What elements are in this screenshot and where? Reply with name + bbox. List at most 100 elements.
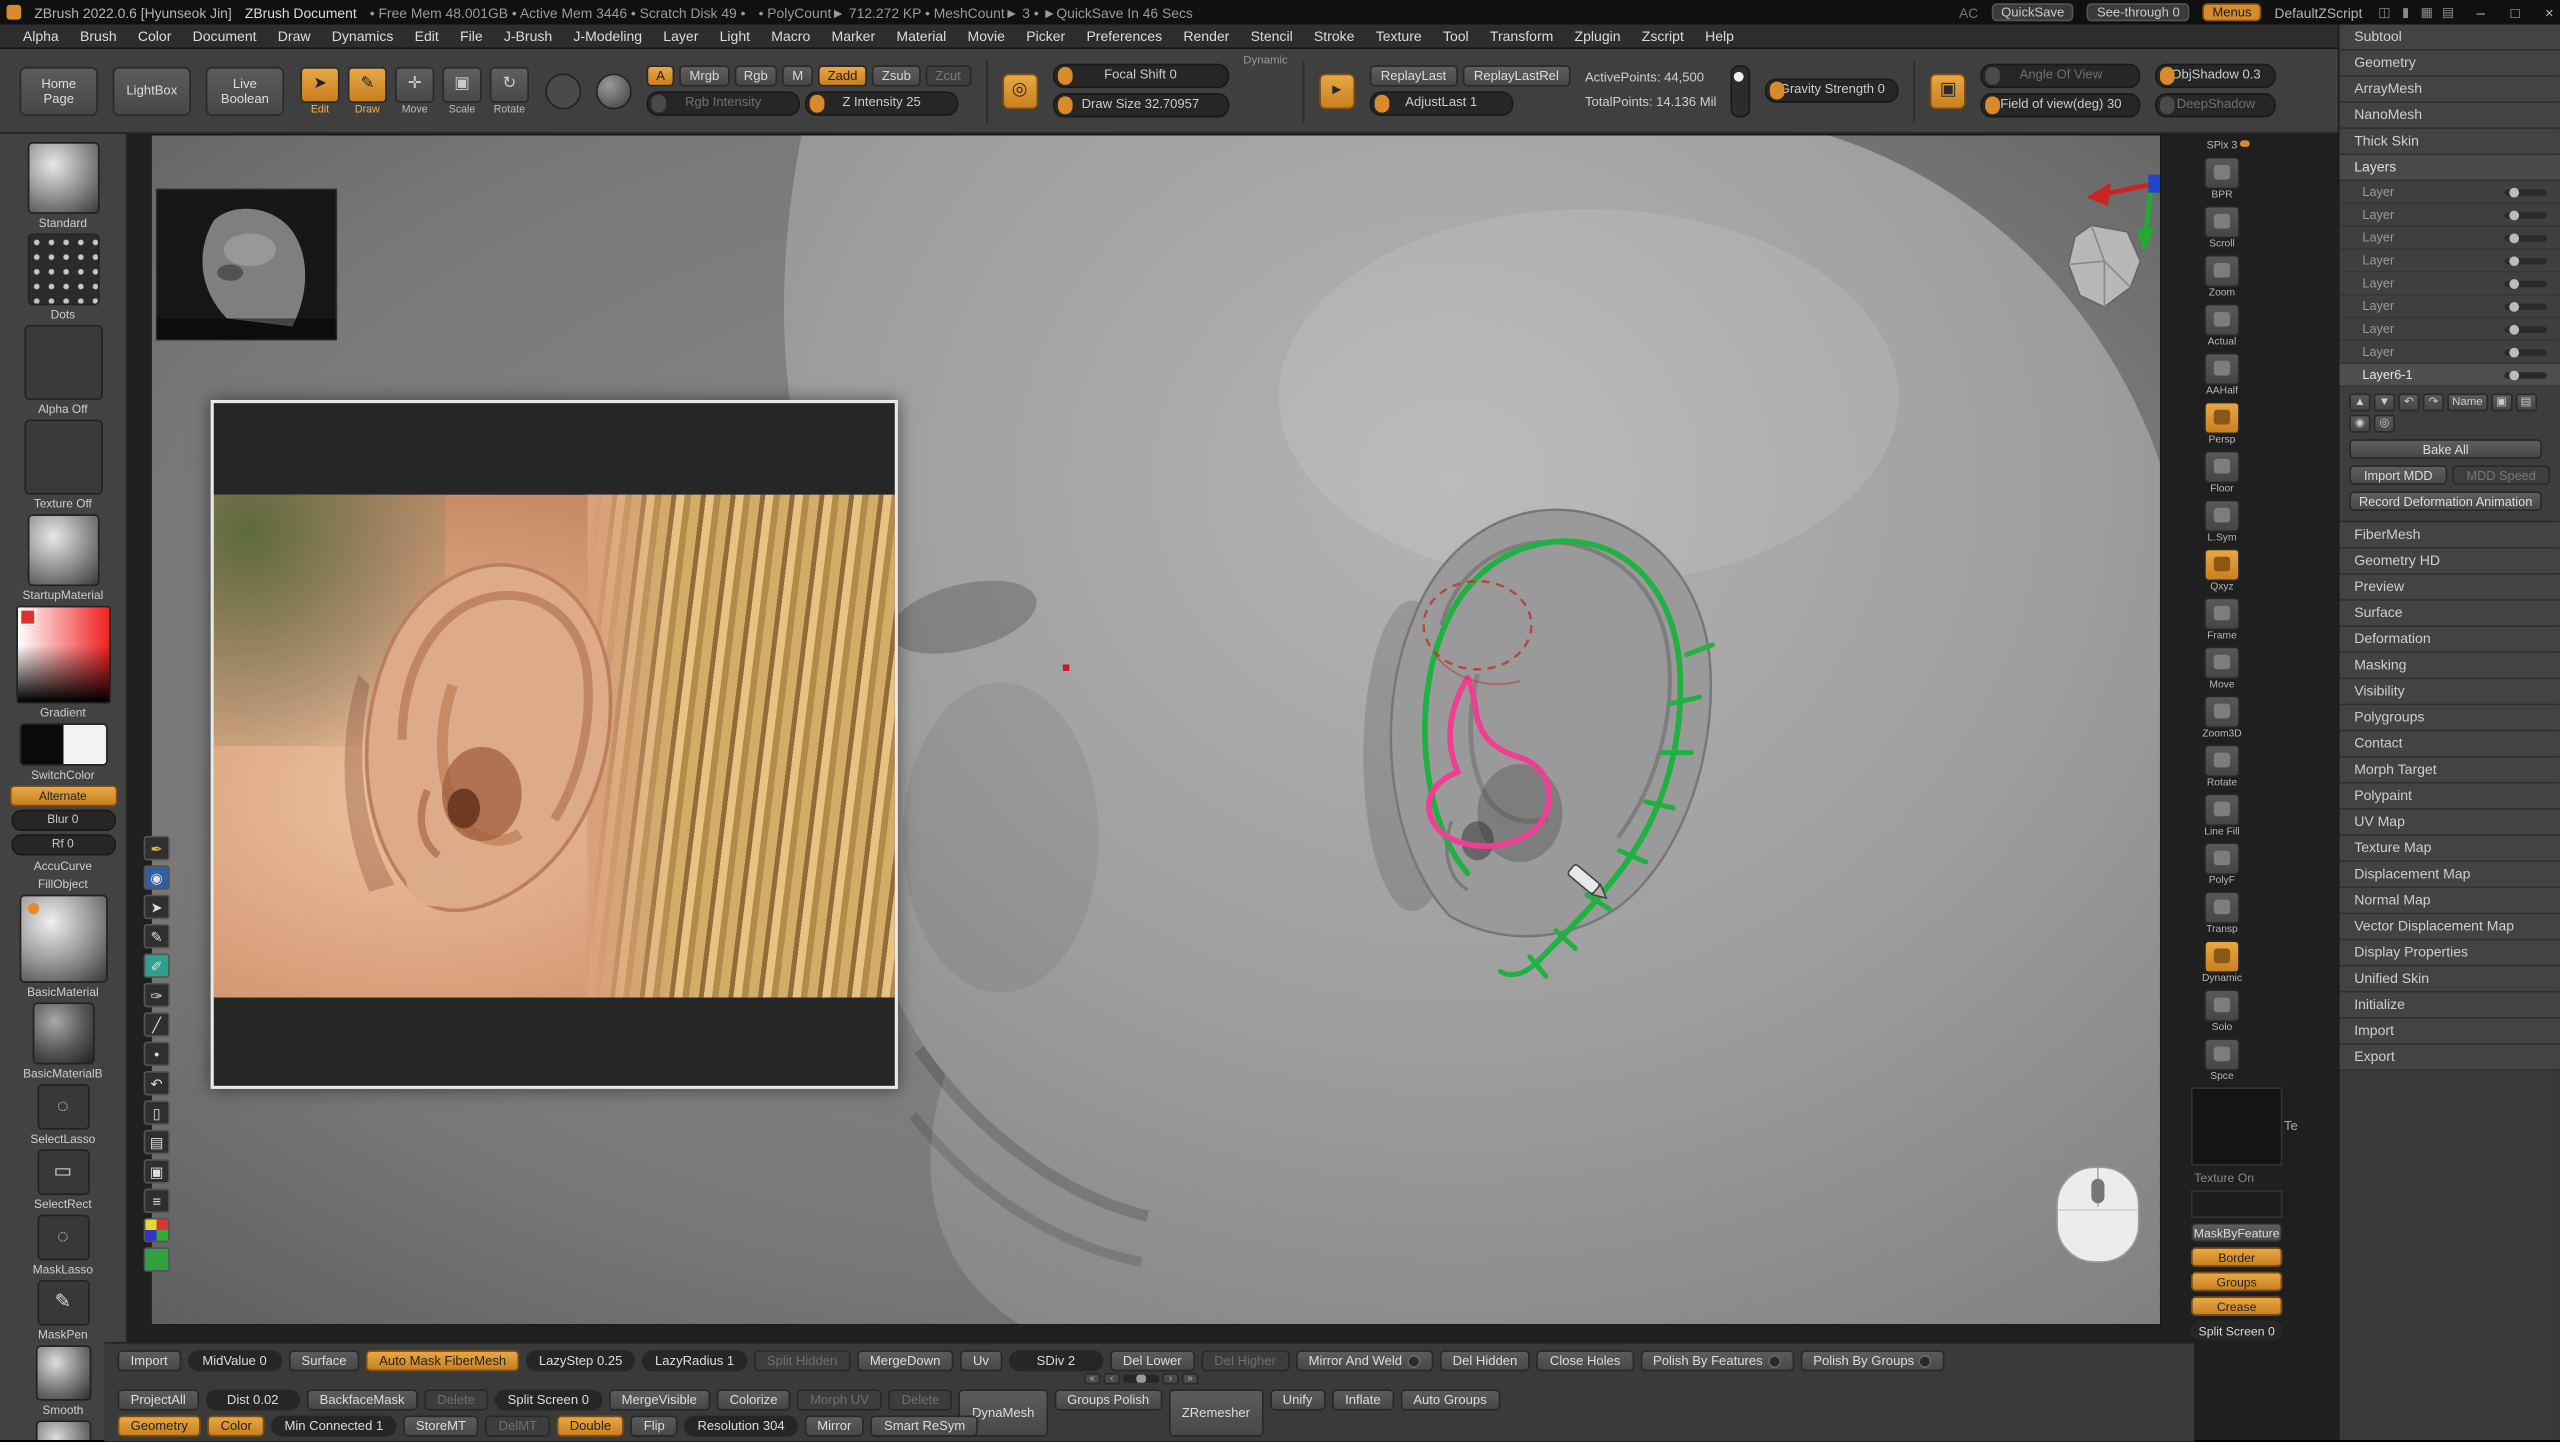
bottom-button[interactable]: StoreMT: [403, 1415, 479, 1436]
bottom-button[interactable]: Colorize: [717, 1389, 791, 1410]
left-tray-item[interactable]: Standard: [4, 142, 122, 230]
pen-icon[interactable]: ✒: [144, 836, 170, 860]
left-tray-item[interactable]: BasicMaterial: [4, 895, 122, 999]
bottom-button[interactable]: Inflate: [1332, 1389, 1394, 1410]
tool-palette-section[interactable]: NanoMesh: [2340, 103, 2560, 129]
bottom-button[interactable]: MidValue 0: [187, 1350, 282, 1371]
shelf-button[interactable]: Scroll: [2204, 206, 2240, 250]
copy-icon[interactable]: ▤: [2515, 393, 2536, 411]
tool-palette-section[interactable]: Displacement Map: [2340, 862, 2560, 888]
left-tray-item[interactable]: SwitchColor: [4, 723, 122, 782]
visibility-eye-icon[interactable]: ◉: [144, 865, 170, 889]
sdiv-next-button[interactable]: ›: [1162, 1373, 1178, 1384]
image-icon[interactable]: ▣: [144, 1159, 170, 1183]
gravity-strength-slider[interactable]: Gravity Strength 0: [1765, 78, 1899, 102]
close-button[interactable]: ×: [2539, 4, 2560, 20]
layer-row[interactable]: Layer: [2340, 318, 2560, 341]
trash-icon[interactable]: ▯: [144, 1100, 170, 1124]
tool-palette-section[interactable]: Vector Displacement Map: [2340, 914, 2560, 940]
rgb-intensity-slider[interactable]: Rgb Intensity: [647, 91, 800, 115]
bottom-button[interactable]: Mirror: [804, 1415, 864, 1436]
split-screen-slider[interactable]: Split Screen 0: [2191, 1321, 2282, 1341]
shelf-button[interactable]: Line Fill: [2204, 793, 2240, 837]
replay-icon[interactable]: ▸: [1319, 73, 1355, 109]
toggle-dot-icon[interactable]: [1407, 1354, 1420, 1367]
menu-item[interactable]: Movie: [958, 24, 1015, 48]
menu-item[interactable]: Stencil: [1241, 24, 1303, 48]
menu-item[interactable]: Zplugin: [1565, 24, 1631, 48]
tool-palette-section[interactable]: Initialize: [2340, 993, 2560, 1019]
menu-item[interactable]: Help: [1695, 24, 1743, 48]
left-tray-item[interactable]: Blur 0: [4, 810, 122, 831]
shelf-button[interactable]: Dynamic: [2202, 940, 2242, 984]
tool-palette-section[interactable]: UV Map: [2340, 810, 2560, 836]
lightbox-button[interactable]: LightBox: [113, 66, 191, 115]
tool-palette-section[interactable]: Subtool: [2340, 24, 2560, 50]
tool-palette-section[interactable]: Geometry: [2340, 51, 2560, 77]
tool-palette-section[interactable]: Surface: [2340, 601, 2560, 627]
document-canvas[interactable]: [150, 134, 2161, 1326]
menu-item[interactable]: Stroke: [1304, 24, 1364, 48]
sdiv-prev-button[interactable]: ‹: [1104, 1373, 1120, 1384]
layer-row[interactable]: Layer: [2340, 181, 2560, 204]
menu-item[interactable]: File: [450, 24, 492, 48]
bottom-button[interactable]: Close Holes: [1537, 1350, 1634, 1371]
layer-row[interactable]: Layer: [2340, 250, 2560, 273]
bake-all-button[interactable]: Bake All: [2349, 439, 2542, 459]
bottom-button[interactable]: Morph UV: [797, 1389, 882, 1410]
toggle-dot-icon[interactable]: [1768, 1354, 1781, 1367]
menu-item[interactable]: Zscript: [1632, 24, 1694, 48]
brush-stroke-icon[interactable]: ◎: [1002, 73, 1038, 109]
bottom-button[interactable]: Del Hidden: [1440, 1350, 1531, 1371]
angle-of-view-slider[interactable]: Angle Of View: [1981, 64, 2141, 88]
adjust-last-slider[interactable]: AdjustLast 1: [1369, 91, 1513, 115]
color-grid-icon[interactable]: [144, 1218, 170, 1242]
spix-slider[interactable]: SPix 3: [2207, 140, 2238, 151]
menu-item[interactable]: Preferences: [1077, 24, 1172, 48]
mode-button[interactable]: ▣ Scale: [441, 66, 483, 115]
bottom-button[interactable]: MergeVisible: [609, 1389, 710, 1410]
left-tray-item[interactable]: Gradient: [4, 606, 122, 720]
left-tray-item[interactable]: Alpha Off: [4, 325, 122, 416]
menu-item[interactable]: Brush: [70, 24, 126, 48]
shelf-button[interactable]: Frame: [2204, 598, 2240, 642]
shelf-button[interactable]: Floor: [2204, 451, 2240, 495]
layer-intensity-slider[interactable]: [2504, 211, 2546, 218]
menu-item[interactable]: Marker: [822, 24, 885, 48]
layers-section-header[interactable]: Layers: [2340, 155, 2560, 181]
menu-item[interactable]: Edit: [405, 24, 449, 48]
field-of-view-slider[interactable]: Field of view(deg) 30: [1981, 93, 2141, 117]
maximize-button[interactable]: □: [2504, 4, 2525, 20]
home-page-button[interactable]: Home Page: [20, 66, 98, 115]
camera-icon[interactable]: ▣: [1930, 73, 1966, 109]
bottom-button[interactable]: BackfaceMask: [307, 1389, 418, 1410]
tool-palette-section[interactable]: Import: [2340, 1019, 2560, 1045]
bottom-button[interactable]: Split Hidden: [754, 1350, 851, 1371]
replay-last-rel-button[interactable]: ReplayLastRel: [1462, 65, 1570, 86]
shelf-button[interactable]: L.Sym: [2204, 500, 2240, 544]
bottom-button[interactable]: ProjectAll: [118, 1389, 199, 1410]
shelf-button[interactable]: PolyF: [2204, 842, 2240, 886]
mask-preview-thumb[interactable]: [2191, 1190, 2282, 1218]
grid-icon[interactable]: ▦: [2418, 5, 2436, 20]
menu-item[interactable]: J-Modeling: [564, 24, 652, 48]
bottom-button[interactable]: Auto Groups: [1400, 1389, 1499, 1410]
shelf-button[interactable]: Persp: [2204, 402, 2240, 446]
sdiv-last-button[interactable]: »: [1182, 1373, 1198, 1384]
tool-palette-section[interactable]: Morph Target: [2340, 758, 2560, 784]
tool-palette-section[interactable]: Unified Skin: [2340, 966, 2560, 992]
bottom-button[interactable]: SDiv 2: [1009, 1350, 1104, 1371]
live-boolean-button[interactable]: Live Boolean: [206, 66, 284, 115]
menu-item[interactable]: Color: [128, 24, 181, 48]
undo-icon[interactable]: ↶: [2398, 393, 2419, 411]
bottom-button[interactable]: Del Higher: [1201, 1350, 1289, 1371]
shelf-button[interactable]: Actual: [2204, 304, 2240, 348]
shelf-button[interactable]: Move: [2204, 647, 2240, 691]
tool-palette-section[interactable]: Normal Map: [2340, 888, 2560, 914]
shelf-button[interactable]: Qxyz: [2204, 549, 2240, 593]
layer-intensity-slider[interactable]: [2504, 280, 2546, 287]
mode-button[interactable]: ↻ Rotate: [488, 66, 530, 115]
left-tray-item[interactable]: AccuCurve: [4, 859, 122, 874]
tool-palette-section[interactable]: Display Properties: [2340, 940, 2560, 966]
mode-button[interactable]: ➤ Edit: [299, 66, 341, 115]
